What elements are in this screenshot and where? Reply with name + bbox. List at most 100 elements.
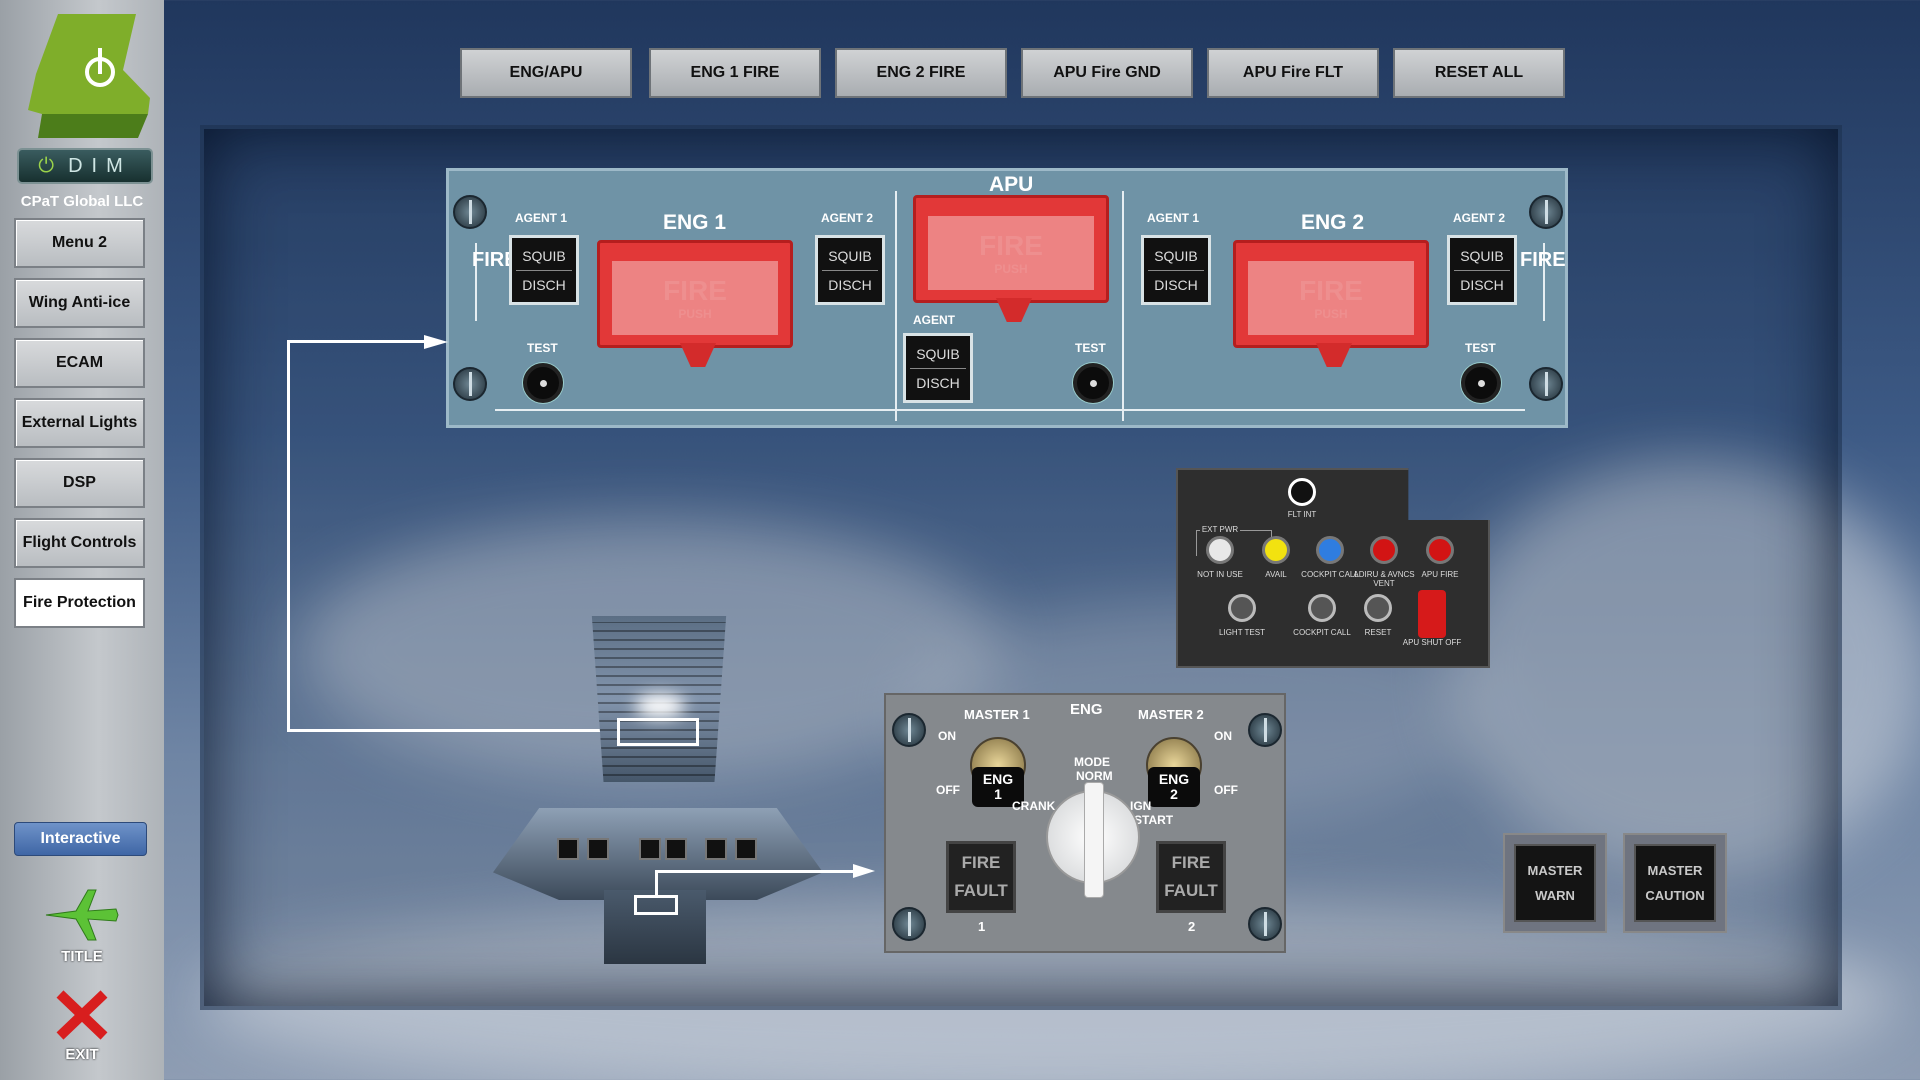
- eng-master-panel: ENG MASTER 1 MASTER 2 ON OFF ON OFF ENG …: [884, 693, 1286, 953]
- screw: [892, 907, 926, 941]
- eng1-test-label: TEST: [527, 341, 558, 355]
- mode-selector-knob[interactable]: [1046, 782, 1140, 898]
- sidebar-item-flight-controls[interactable]: Flight Controls: [14, 518, 145, 568]
- apu-fire-light: [1426, 536, 1454, 564]
- push-text: PUSH: [994, 262, 1028, 276]
- cockpit-call-button[interactable]: [1308, 594, 1336, 622]
- master2-on-label: ON: [1214, 729, 1232, 743]
- interactive-button[interactable]: Interactive: [14, 822, 147, 856]
- power-icon: ⏻: [38, 154, 55, 177]
- disch-label: DISCH: [828, 276, 872, 293]
- eng2-agent2-squib-button[interactable]: SQUIB DISCH: [1447, 235, 1517, 305]
- separator: [910, 367, 966, 369]
- tab-apu-fire-flt[interactable]: APU Fire FLT: [1207, 48, 1379, 98]
- tab-eng-2-fire[interactable]: ENG 2 FIRE: [835, 48, 1007, 98]
- sidebar-item-menu-2[interactable]: Menu 2: [14, 218, 145, 268]
- apu-fire-label: APU FIRE: [1421, 570, 1459, 579]
- eng2-fire-push-button[interactable]: FIRE PUSH: [1233, 240, 1429, 367]
- screw: [1248, 713, 1282, 747]
- eng1-agent1-label: AGENT 1: [515, 211, 568, 225]
- sidebar-item-external-lights[interactable]: External Lights: [14, 398, 145, 448]
- eng-title: ENG: [1070, 701, 1103, 718]
- overhead-highlight-box: [617, 718, 699, 746]
- fire-vertical-label-left: FIRE: [472, 249, 518, 271]
- screw: [1529, 195, 1563, 229]
- separator: [1454, 269, 1510, 271]
- master-caution-top: MASTER: [1647, 863, 1703, 878]
- sidebar-item-fire-protection[interactable]: Fire Protection: [14, 578, 145, 628]
- squib-label: SQUIB: [1154, 247, 1198, 264]
- apu-fire-push-button[interactable]: FIRE PUSH: [913, 195, 1109, 322]
- master-warn-button[interactable]: MASTER WARN: [1503, 833, 1607, 933]
- start-label: START: [1134, 813, 1174, 827]
- title-button[interactable]: TITLE: [40, 886, 124, 965]
- sidebar-item-dsp[interactable]: DSP: [14, 458, 145, 508]
- exit-label: EXIT: [65, 1046, 99, 1063]
- fire-fault-1-number: 1: [978, 919, 986, 934]
- fire-text: FIRE: [1299, 275, 1363, 306]
- connector-line: [287, 340, 427, 343]
- squib-label: SQUIB: [1460, 247, 1504, 264]
- squib-label: SQUIB: [522, 247, 566, 264]
- fire-fault-2-indicator: FIRE FAULT: [1156, 841, 1226, 913]
- airplane-icon: [45, 889, 119, 941]
- apu-test-button[interactable]: [1073, 363, 1113, 403]
- eng1-agent1-squib-button[interactable]: SQUIB DISCH: [509, 235, 579, 305]
- connector-line: [287, 340, 290, 732]
- apu-shut-off-button[interactable]: [1418, 590, 1446, 638]
- highlight-glow: [635, 694, 685, 718]
- master1-on-label: ON: [938, 729, 956, 743]
- eng2-agent1-squib-button[interactable]: SQUIB DISCH: [1141, 235, 1211, 305]
- flt-int-button[interactable]: [1288, 478, 1316, 506]
- fire-text: FIRE: [979, 230, 1043, 261]
- disch-label: DISCH: [916, 374, 960, 391]
- screw: [1248, 907, 1282, 941]
- fire-text: FIRE: [663, 275, 727, 306]
- ext-pwr-label: EXT PWR: [1200, 525, 1240, 534]
- light-test-button[interactable]: [1228, 594, 1256, 622]
- eng1-fire-push-button[interactable]: FIRE PUSH: [597, 240, 793, 367]
- push-text: PUSH: [678, 307, 712, 321]
- sidebar-item-wing-anti-ice[interactable]: Wing Anti-ice: [14, 278, 145, 328]
- eng2-test-label: TEST: [1465, 341, 1496, 355]
- mode-label: MODE: [1074, 755, 1110, 769]
- master1-label: MASTER 1: [964, 707, 1030, 722]
- divider: [1122, 191, 1124, 421]
- screw: [892, 713, 926, 747]
- eng2-test-button[interactable]: [1461, 363, 1501, 403]
- exit-button[interactable]: EXIT: [40, 988, 124, 1063]
- divider: [895, 191, 897, 421]
- dim-button[interactable]: ⏻ DIM: [17, 148, 153, 184]
- eng2-switch-cap: ENG 2: [1148, 767, 1200, 807]
- avail-light: [1262, 536, 1290, 564]
- tab-eng-1-fire[interactable]: ENG 1 FIRE: [649, 48, 821, 98]
- squib-label: SQUIB: [828, 247, 872, 264]
- title-label: TITLE: [61, 948, 103, 965]
- apu-shut-off-label: APU SHUT OFF: [1402, 638, 1462, 647]
- flt-int-label: FLT INT: [1287, 510, 1317, 519]
- reset-button[interactable]: [1364, 594, 1392, 622]
- connector-line: [655, 870, 855, 873]
- cockpit-glareshield-image: [493, 808, 823, 900]
- squib-label: SQUIB: [916, 345, 960, 362]
- guard-tab: [1316, 343, 1352, 367]
- dim-label: DIM: [68, 154, 132, 177]
- sidebar-item-ecam[interactable]: ECAM: [14, 338, 145, 388]
- light-test-label: LIGHT TEST: [1219, 628, 1265, 637]
- eng1-agent2-squib-button[interactable]: SQUIB DISCH: [815, 235, 885, 305]
- guard-tab: [680, 343, 716, 367]
- close-icon: [56, 990, 108, 1040]
- apu-agent-squib-button[interactable]: SQUIB DISCH: [903, 333, 973, 403]
- screw: [1529, 367, 1563, 401]
- tab-reset-all[interactable]: RESET ALL: [1393, 48, 1565, 98]
- tab-apu-fire-gnd[interactable]: APU Fire GND: [1021, 48, 1193, 98]
- eng1-test-button[interactable]: [523, 363, 563, 403]
- tab-eng-apu[interactable]: ENG/APU: [460, 48, 632, 98]
- fire-fault-2-number: 2: [1188, 919, 1196, 934]
- master2-off-label: OFF: [1214, 783, 1238, 797]
- push-text: PUSH: [1314, 307, 1348, 321]
- airplane-tail-logo: [28, 14, 150, 138]
- sidebar: ⏻ DIM CPaT Global LLC Menu 2 Wing Anti-i…: [0, 0, 164, 1080]
- master-caution-button[interactable]: MASTER CAUTION: [1623, 833, 1727, 933]
- fire-text: FIRE: [961, 853, 1001, 872]
